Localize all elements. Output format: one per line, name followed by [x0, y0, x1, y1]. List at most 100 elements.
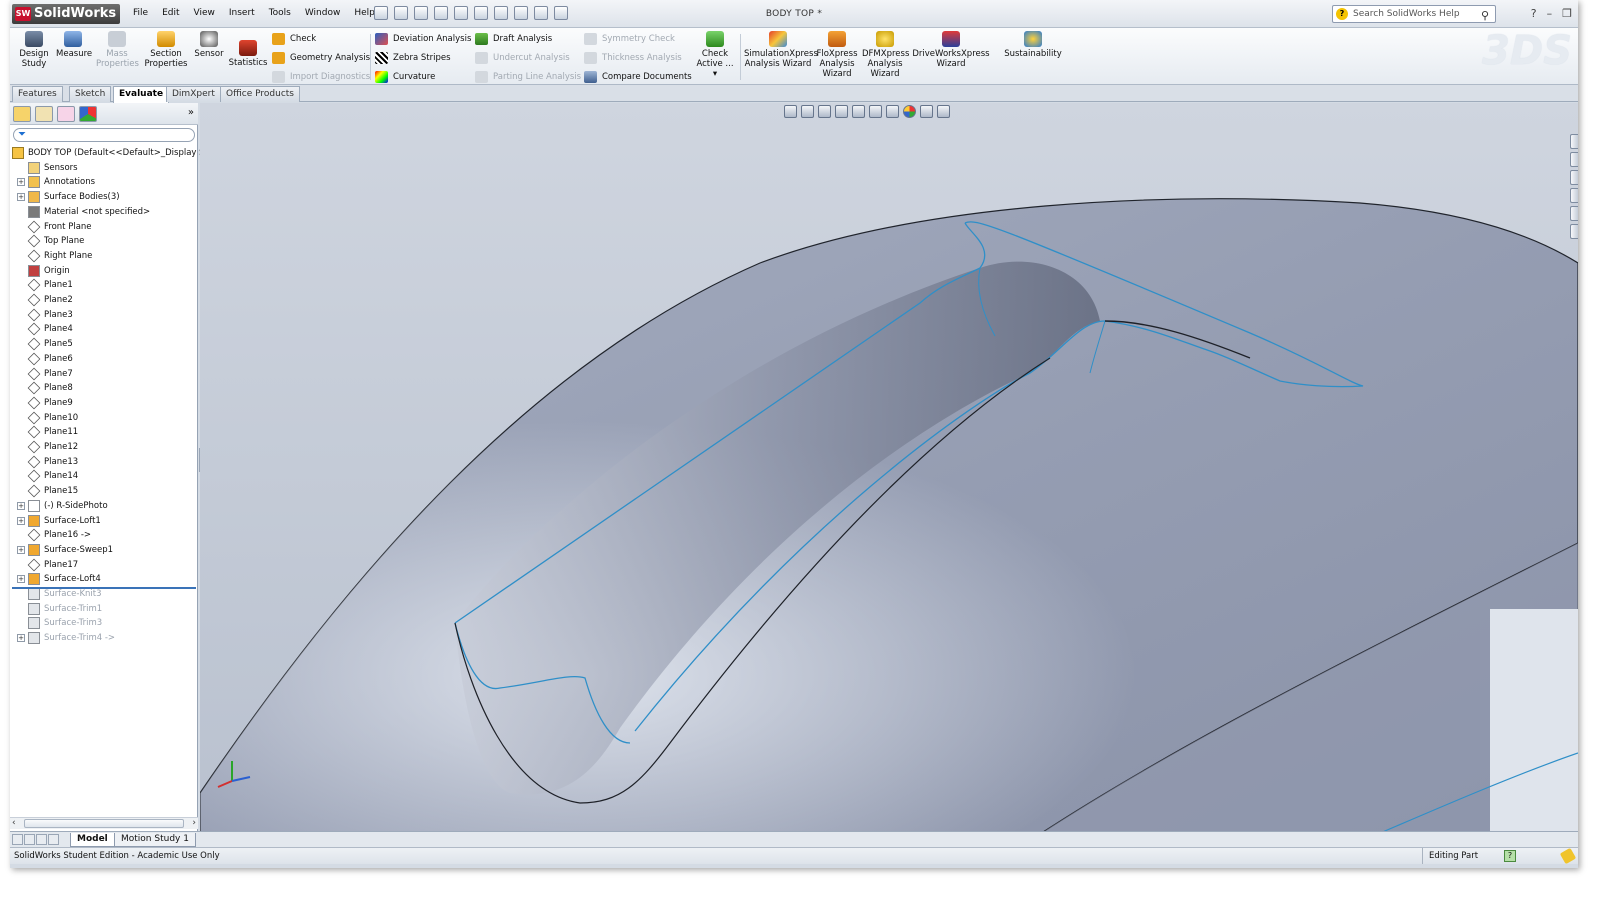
edit-appearance-icon[interactable] [903, 105, 916, 118]
tree-item[interactable]: + Surface-Loft1 [10, 514, 198, 528]
tree-item[interactable]: + Surface-Trim4 -> [10, 631, 198, 645]
tree-item[interactable]: Plane8 [10, 381, 198, 395]
view-settings-icon[interactable] [937, 105, 950, 118]
undercut-analysis-button[interactable]: Undercut Analysis [475, 50, 581, 66]
tree-item[interactable]: Plane7 [10, 367, 198, 381]
tree-item[interactable]: + (-) R-SidePhoto [10, 499, 198, 513]
measure-button[interactable]: Measure [56, 31, 92, 59]
tree-item[interactable]: Plane2 [10, 293, 198, 307]
appearances-icon[interactable] [1570, 206, 1578, 221]
horizontal-scrollbar[interactable]: ‹ › [10, 817, 198, 829]
tab-motion-study-1[interactable]: Motion Study 1 [114, 833, 196, 847]
custom-properties-icon[interactable] [1570, 224, 1578, 239]
expand-toggle-icon[interactable]: + [17, 545, 25, 554]
view-palette-icon[interactable] [1570, 188, 1578, 203]
quick-tips-icon[interactable]: ? [1504, 850, 1516, 862]
file-explorer-icon[interactable] [1570, 170, 1578, 185]
tree-item[interactable]: Plane3 [10, 308, 198, 322]
geometry-analysis-button[interactable]: Geometry Analysis [272, 50, 370, 66]
scroll-thumb[interactable] [24, 819, 184, 828]
zoom-to-fit-icon[interactable] [784, 105, 797, 118]
tree-item[interactable]: Surface-Knit3 [10, 587, 198, 601]
expand-toggle-icon[interactable]: + [17, 516, 25, 525]
scroll-right-icon[interactable]: › [192, 818, 196, 828]
check-active-button[interactable]: Check Active ... ▾ [694, 31, 736, 79]
tree-item[interactable]: Origin [10, 264, 198, 278]
zoom-to-area-icon[interactable] [801, 105, 814, 118]
driveworksxpress-button[interactable]: DriveWorksXpress Wizard [912, 31, 990, 69]
propertymanager-tab-icon[interactable] [35, 106, 53, 122]
tree-item[interactable]: Right Plane [10, 249, 198, 263]
search-icon[interactable]: ⚲ [1481, 8, 1489, 24]
next-tab-icon[interactable] [36, 834, 47, 845]
tree-item[interactable]: + Annotations [10, 175, 198, 189]
floxpress-button[interactable]: FloXpress Analysis Wizard [816, 31, 858, 79]
featuremanager-tab-icon[interactable] [13, 106, 31, 122]
dfmxpress-button[interactable]: DFMXpress Analysis Wizard [862, 31, 909, 79]
tree-root-part[interactable]: BODY TOP (Default<<Default>_Display S [10, 146, 205, 160]
minimize-icon[interactable]: – [1547, 7, 1553, 20]
tree-item[interactable]: Plane11 [10, 425, 198, 439]
tree-item[interactable]: Surface-Trim1 [10, 602, 198, 616]
view-orientation-icon[interactable] [852, 105, 865, 118]
viewport-minimize-icon[interactable]: – [1538, 103, 1543, 106]
rollback-bar[interactable] [12, 587, 196, 589]
tree-item[interactable]: + Surface-Loft4 [10, 572, 198, 586]
chevron-down-icon[interactable]: ▾ [694, 69, 736, 79]
expand-toggle-icon[interactable]: + [17, 193, 25, 202]
graphics-area[interactable]: – ❐ × [200, 103, 1578, 834]
symmetry-check-button[interactable]: Symmetry Check [584, 31, 692, 47]
tree-item[interactable]: Material <not specified> [10, 205, 198, 219]
import-diagnostics-button[interactable]: Import Diagnostics [272, 69, 370, 85]
expand-toggle-icon[interactable]: + [17, 634, 25, 643]
previous-tab-icon[interactable] [24, 834, 35, 845]
display-style-icon[interactable] [869, 105, 882, 118]
scroll-left-icon[interactable]: ‹ [12, 818, 16, 828]
statistics-button[interactable]: Statistics [228, 40, 268, 68]
tree-item[interactable]: Front Plane [10, 220, 198, 234]
search-help-input[interactable]: ? Search SolidWorks Help ⚲ [1332, 5, 1496, 23]
last-tab-icon[interactable] [48, 834, 59, 845]
help-icon[interactable]: ? [1531, 7, 1537, 20]
deviation-analysis-button[interactable]: Deviation Analysis [375, 31, 471, 47]
tab-features[interactable]: Features [12, 86, 63, 102]
simulationxpress-button[interactable]: SimulationXpress Analysis Wizard [744, 31, 818, 69]
check-button[interactable]: Check [272, 31, 370, 47]
configurationmanager-tab-icon[interactable] [57, 106, 75, 122]
tree-item[interactable]: Top Plane [10, 234, 198, 248]
tree-item[interactable]: Plane15 [10, 484, 198, 498]
tree-item[interactable]: Plane9 [10, 396, 198, 410]
tree-item[interactable]: + Surface-Sweep1 [10, 543, 198, 557]
tree-item[interactable]: Plane6 [10, 352, 198, 366]
sensor-button[interactable]: Sensor [194, 31, 224, 59]
expand-panel-icon[interactable]: » [188, 107, 194, 118]
tab-office-products[interactable]: Office Products [220, 86, 300, 102]
hide-show-items-icon[interactable] [886, 105, 899, 118]
tree-item[interactable]: Plane4 [10, 322, 198, 336]
tree-item[interactable]: Plane16 -> [10, 528, 198, 542]
viewport-restore-icon[interactable]: ❐ [1551, 103, 1560, 106]
compare-documents-button[interactable]: Compare Documents [584, 69, 692, 85]
sustainability-button[interactable]: Sustainability [1004, 31, 1062, 59]
zebra-stripes-button[interactable]: Zebra Stripes [375, 50, 471, 66]
tree-item[interactable]: Plane17 [10, 558, 198, 572]
restore-icon[interactable]: ❐ [1562, 7, 1572, 20]
tree-item[interactable]: Plane13 [10, 455, 198, 469]
apply-scene-icon[interactable] [920, 105, 933, 118]
tree-item[interactable]: Surface-Trim3 [10, 616, 198, 630]
tree-item[interactable]: Plane1 [10, 278, 198, 292]
mass-properties-button[interactable]: Mass Properties [96, 31, 139, 69]
design-library-icon[interactable] [1570, 152, 1578, 167]
design-study-button[interactable]: Design Study [16, 31, 52, 69]
expand-toggle-icon[interactable]: + [17, 501, 25, 510]
tree-item[interactable]: Plane12 [10, 440, 198, 454]
tab-model[interactable]: Model [70, 833, 115, 847]
curvature-button[interactable]: Curvature [375, 69, 471, 85]
tab-sketch[interactable]: Sketch [69, 86, 112, 102]
first-tab-icon[interactable] [12, 834, 23, 845]
parting-line-analysis-button[interactable]: Parting Line Analysis [475, 69, 581, 85]
draft-analysis-button[interactable]: Draft Analysis [475, 31, 581, 47]
expand-toggle-icon[interactable]: + [17, 575, 25, 584]
section-view-icon[interactable] [835, 105, 848, 118]
tree-filter-input[interactable]: ⏷ [13, 128, 195, 142]
